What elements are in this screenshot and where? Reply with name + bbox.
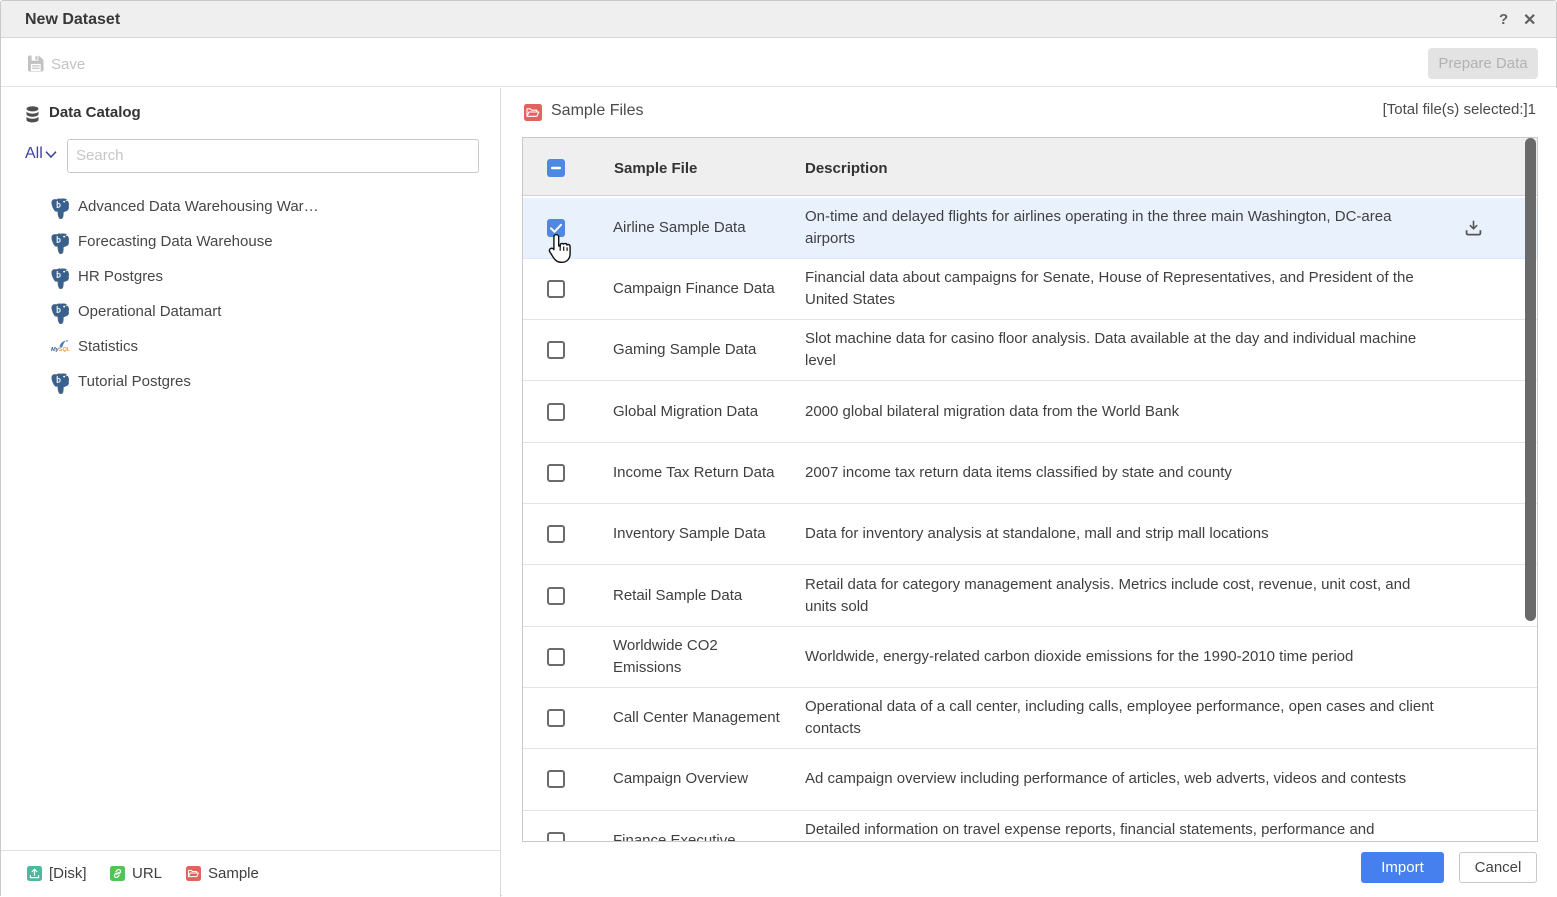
svg-text:SQL: SQL: [59, 347, 70, 353]
